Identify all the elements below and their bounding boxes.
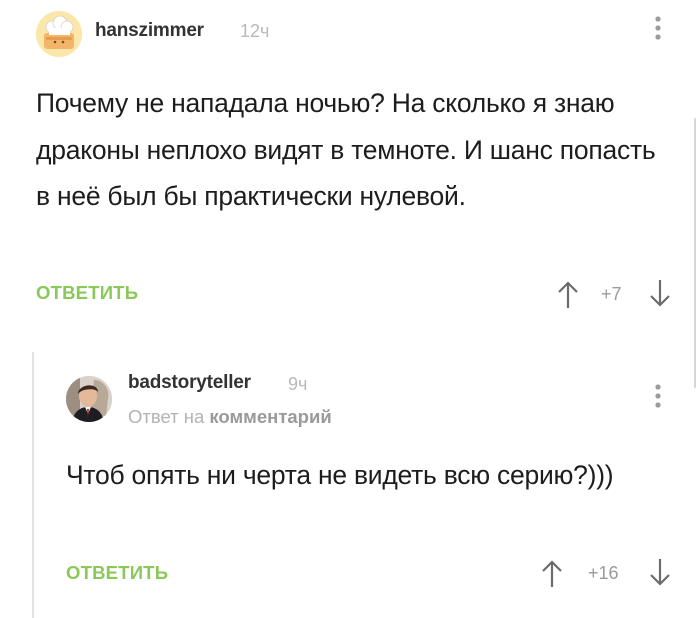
- comment-timestamp: 12ч: [240, 21, 270, 41]
- comment-author[interactable]: hanszimmer: [95, 20, 204, 42]
- comment: hanszimmer 12ч Почему не нападала ночью?…: [0, 0, 700, 330]
- reply-button[interactable]: ОТВЕТИТЬ: [66, 562, 168, 584]
- chef-hat-avatar-icon[interactable]: [36, 11, 82, 57]
- reply-to-line: Ответ на комментарий: [128, 406, 332, 428]
- comment-text: Почему не нападала ночью? На сколько я з…: [36, 88, 656, 211]
- comment-text: Чтоб опять ни черта не видеть всю серию?…: [66, 460, 614, 490]
- thread-indent-line: [32, 352, 34, 618]
- reply-to-comment-link[interactable]: комментарий: [209, 406, 331, 427]
- scrollbar-thumb[interactable]: [694, 118, 696, 388]
- scrollbar[interactable]: [688, 118, 700, 388]
- comment-author[interactable]: badstoryteller: [128, 372, 251, 394]
- more-options-icon[interactable]: [650, 14, 666, 46]
- reply-button[interactable]: ОТВЕТИТЬ: [36, 282, 138, 304]
- person-photo-avatar-icon[interactable]: [66, 376, 112, 422]
- upvote-arrow-icon[interactable]: [541, 558, 563, 588]
- downvote-arrow-icon[interactable]: [649, 279, 671, 309]
- upvote-arrow-icon[interactable]: [557, 279, 579, 309]
- comment-timestamp: 9ч: [288, 374, 308, 394]
- comment-score: +7: [601, 284, 622, 304]
- more-options-icon[interactable]: [650, 382, 666, 414]
- reply-to-prefix: Ответ на: [128, 406, 205, 427]
- comment-score: +16: [588, 563, 619, 583]
- downvote-arrow-icon[interactable]: [649, 558, 671, 588]
